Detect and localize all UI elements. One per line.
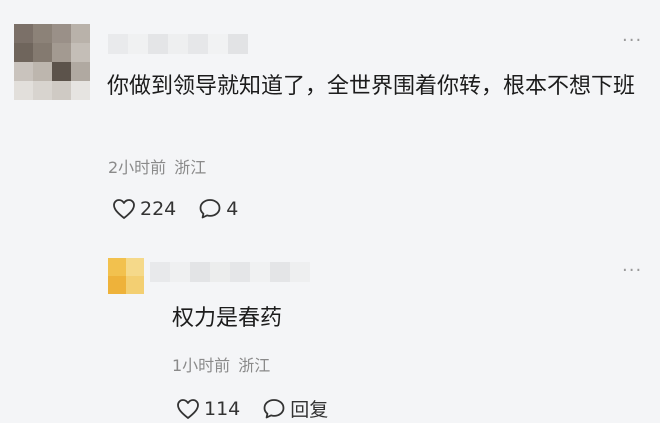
comment-text: 权力是春药 — [172, 306, 283, 331]
comment-actions: 224 4 — [112, 198, 238, 220]
comment-meta: 2小时前 浙江 — [108, 154, 206, 178]
comment-meta: 1小时前 浙江 — [172, 352, 270, 376]
more-horizontal-icon: ··· — [622, 30, 643, 51]
more-horizontal-icon: ··· — [622, 260, 643, 281]
comment-text: 你做到领导就知道了，全世界围着你转，根本不想下班 — [107, 74, 636, 99]
speech-bubble-icon — [198, 198, 222, 220]
reply-count: 4 — [226, 198, 239, 220]
more-options-button[interactable]: ··· — [622, 32, 642, 50]
like-button[interactable]: 224 — [112, 198, 176, 220]
like-button[interactable]: 114 — [176, 398, 240, 420]
heart-outline-icon — [112, 198, 136, 220]
comment-time: 1小时前 — [172, 356, 231, 375]
username[interactable] — [150, 262, 310, 282]
comment-location: 浙江 — [238, 356, 271, 375]
like-count: 114 — [204, 397, 241, 420]
avatar[interactable] — [108, 258, 144, 294]
comment-location: 浙江 — [174, 158, 207, 177]
like-count: 224 — [140, 198, 177, 220]
avatar[interactable] — [14, 24, 90, 100]
comment-actions: 114 回复 — [176, 395, 328, 422]
reply-label: 回复 — [290, 399, 329, 421]
heart-outline-icon — [176, 398, 200, 420]
username[interactable] — [108, 34, 248, 54]
speech-bubble-icon — [262, 398, 286, 420]
reply-button[interactable]: 回复 — [262, 395, 328, 422]
reply-count-button[interactable]: 4 — [198, 198, 238, 220]
more-options-button[interactable]: ··· — [622, 262, 642, 280]
comment-time: 2小时前 — [108, 158, 167, 177]
